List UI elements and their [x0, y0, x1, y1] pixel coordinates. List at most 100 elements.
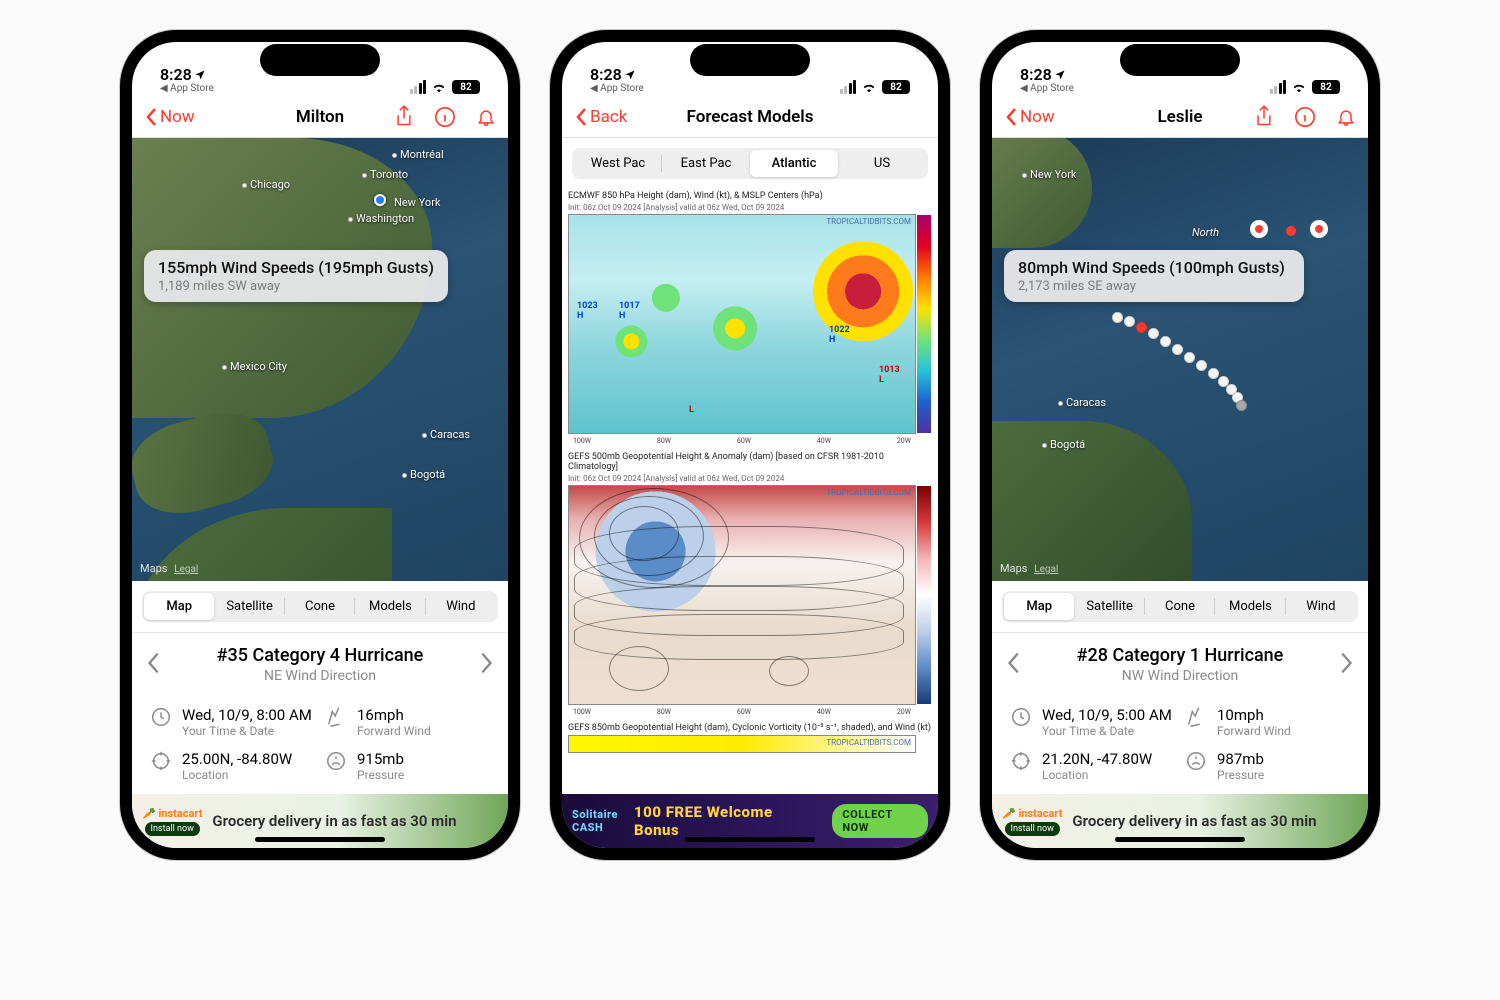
tab-us[interactable]: US — [838, 150, 926, 177]
storm-callout[interactable]: 80mph Wind Speeds (100mph Gusts) 2,173 m… — [1004, 250, 1304, 302]
tab-wind[interactable]: Wind — [1286, 593, 1356, 620]
clock-icon — [1010, 706, 1032, 728]
bell-icon[interactable] — [1336, 106, 1356, 128]
tab-models[interactable]: Models — [1215, 593, 1285, 620]
ad-install-button[interactable]: Install now — [1005, 822, 1060, 836]
tab-models[interactable]: Models — [355, 593, 425, 620]
info-icon[interactable] — [1294, 106, 1316, 128]
tab-east-pac[interactable]: East Pac — [662, 150, 750, 177]
stat-forward-wind: 16mph — [357, 706, 431, 724]
callout-subtitle: 2,173 miles SE away — [1018, 279, 1290, 294]
back-button[interactable]: Now — [144, 107, 195, 127]
status-breadcrumb[interactable]: ◀ App Store — [160, 84, 214, 94]
home-indicator[interactable] — [685, 837, 815, 842]
pressure-center-low: 1013L — [879, 365, 900, 385]
chart-subtitle: Init: 06z Oct 09 2024 [Analysis] valid a… — [562, 474, 938, 485]
legal-link[interactable]: Legal — [1034, 564, 1058, 575]
status-breadcrumb[interactable]: ◀ App Store — [590, 84, 644, 94]
ocean-label: North — [1192, 226, 1219, 239]
city-label: Bogotá — [1042, 438, 1085, 451]
tab-wind[interactable]: Wind — [426, 593, 496, 620]
city-label: New York — [1022, 168, 1077, 181]
page-title: Milton — [296, 107, 344, 127]
back-button[interactable]: Now — [1004, 107, 1055, 127]
bell-icon[interactable] — [476, 106, 496, 128]
map-view[interactable]: New York North Caracas Bogotá 80mph Wind… — [992, 138, 1368, 581]
storm-dot — [1286, 226, 1296, 236]
phone-frame-2: 8:28 ◀ App Store 82 Back Forecast Models… — [550, 30, 950, 860]
info-icon[interactable] — [434, 106, 456, 128]
models-scroll[interactable]: ECMWF 850 hPa Height (dam), Wind (kt), &… — [562, 189, 938, 794]
prev-advisory-button[interactable] — [1006, 651, 1032, 679]
tab-satellite[interactable]: Satellite — [1074, 593, 1144, 620]
detail-header: #28 Category 1 Hurricane NW Wind Directi… — [992, 632, 1368, 696]
next-advisory-button[interactable] — [468, 651, 494, 679]
status-breadcrumb[interactable]: ◀ App Store — [1020, 84, 1074, 94]
cell-signal-icon — [840, 80, 857, 94]
pressure-center-low: L — [689, 405, 694, 415]
cell-signal-icon — [1270, 80, 1287, 94]
chart-gefs-500[interactable]: GEFS 500mb Geopotential Height & Anomaly… — [562, 450, 938, 705]
status-time: 8:28 — [1020, 67, 1052, 83]
dynamic-island — [690, 44, 810, 76]
status-time: 8:28 — [160, 67, 192, 83]
chart-gefs-850[interactable]: GEFS 850mb Geopotential Height (dam), Cy… — [562, 721, 938, 753]
ad-install-button[interactable]: Install now — [145, 822, 200, 836]
tab-atlantic[interactable]: Atlantic — [750, 150, 838, 177]
stat-datetime: Wed, 10/9, 8:00 AM — [182, 706, 312, 724]
detail-header: #35 Category 4 Hurricane NE Wind Directi… — [132, 632, 508, 696]
chart-subtitle: Init: 06z Oct 09 2024 [Analysis] valid a… — [562, 203, 938, 214]
callout-title: 155mph Wind Speeds (195mph Gusts) — [158, 258, 434, 277]
user-location-dot — [374, 194, 386, 206]
city-label: Toronto — [362, 168, 408, 181]
view-segmented-control[interactable]: Map Satellite Cone Models Wind — [1002, 591, 1358, 622]
ad-text: 100 FREE Welcome Bonus — [634, 803, 812, 839]
ad-text: Grocery delivery in as fast as 30 min — [1072, 813, 1316, 830]
tab-map[interactable]: Map — [1004, 593, 1074, 620]
city-label: Mexico City — [222, 360, 287, 373]
storm-marker[interactable] — [1310, 220, 1328, 238]
chevron-left-icon — [1006, 651, 1020, 675]
map-view[interactable]: Montréal Toronto Chicago New York Washin… — [132, 138, 508, 581]
home-indicator[interactable] — [255, 837, 385, 842]
tab-cone[interactable]: Cone — [1145, 593, 1215, 620]
chart-ecmwf-850[interactable]: ECMWF 850 hPa Height (dam), Wind (kt), &… — [562, 189, 938, 434]
city-label: Washington — [348, 212, 414, 225]
tab-cone[interactable]: Cone — [285, 593, 355, 620]
chart-title: GEFS 500mb Geopotential Height & Anomaly… — [562, 450, 938, 474]
colorbar — [917, 215, 931, 433]
home-indicator[interactable] — [1115, 837, 1245, 842]
wind-direction-subtitle: NE Wind Direction — [172, 668, 468, 684]
prev-advisory-button[interactable] — [146, 651, 172, 679]
location-crosshair-icon — [150, 750, 172, 772]
share-icon[interactable] — [1254, 105, 1274, 129]
view-segmented-control[interactable]: Map Satellite Cone Models Wind — [142, 591, 498, 622]
tab-satellite[interactable]: Satellite — [214, 593, 284, 620]
share-icon[interactable] — [394, 105, 414, 129]
stats-grid: Wed, 10/9, 8:00 AMYour Time & Date 16mph… — [132, 696, 508, 794]
battery-icon: 82 — [882, 80, 910, 94]
landmass-south-america — [992, 421, 1192, 581]
callout-subtitle: 1,189 miles SW away — [158, 279, 434, 294]
x-axis-ticks: 100W80W60W40W20W — [569, 437, 915, 445]
legal-link[interactable]: Legal — [174, 564, 198, 575]
storm-callout[interactable]: 155mph Wind Speeds (195mph Gusts) 1,189 … — [144, 250, 448, 302]
wifi-icon — [861, 81, 877, 93]
dynamic-island — [1120, 44, 1240, 76]
landmass-central-america — [132, 401, 281, 524]
chevron-left-icon — [146, 651, 160, 675]
wifi-icon — [431, 81, 447, 93]
city-label: New York — [394, 196, 441, 209]
pressure-center-high: 1022H — [829, 325, 850, 345]
maps-attribution: Maps Legal — [140, 562, 198, 575]
next-advisory-button[interactable] — [1328, 651, 1354, 679]
page-title: Leslie — [1157, 107, 1202, 127]
clock-icon — [150, 706, 172, 728]
storm-marker[interactable] — [1250, 220, 1268, 238]
tab-map[interactable]: Map — [144, 593, 214, 620]
ad-collect-button[interactable]: COLLECT NOW — [832, 804, 928, 838]
back-button[interactable]: Back — [574, 107, 627, 127]
region-segmented-control[interactable]: West Pac East Pac Atlantic US — [572, 148, 928, 179]
colorbar — [917, 486, 931, 704]
tab-west-pac[interactable]: West Pac — [574, 150, 662, 177]
